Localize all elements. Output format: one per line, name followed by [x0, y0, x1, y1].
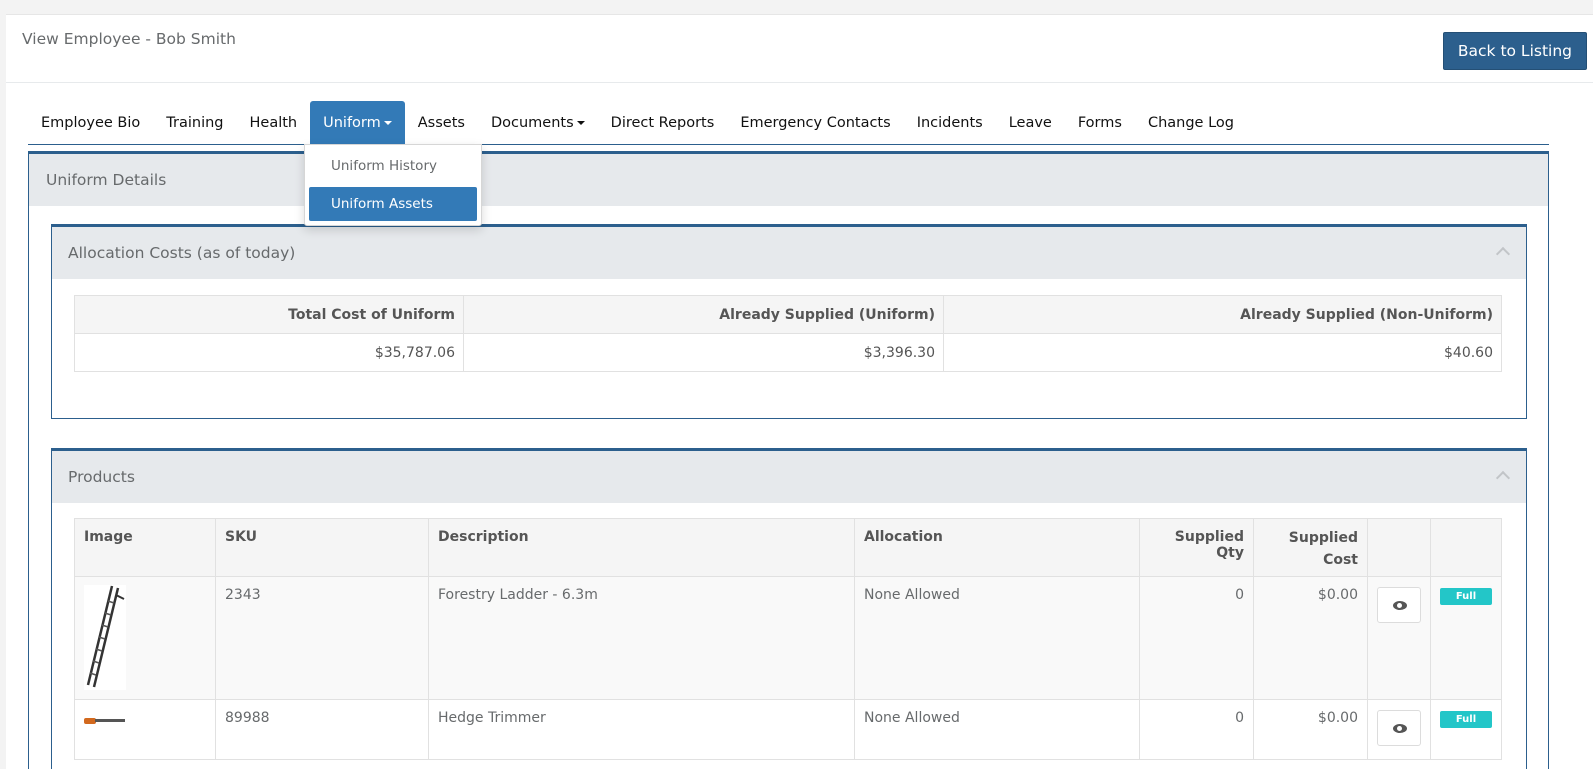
supplied-non-uniform-value: $40.60 — [943, 333, 1502, 372]
status-badge: Full — [1440, 588, 1492, 605]
column-header: Already Supplied (Uniform) — [463, 295, 944, 334]
column-header-status — [1430, 518, 1502, 577]
supplied-cost-cell: $0.00 — [1253, 699, 1368, 760]
total-cost-value: $35,787.06 — [74, 333, 464, 372]
allocation-cell: None Allowed — [854, 699, 1140, 760]
tab-documents-label: Documents — [490, 115, 574, 131]
status-cell: Full — [1430, 699, 1502, 760]
eye-icon — [1393, 724, 1407, 733]
caret-down-icon — [576, 121, 585, 125]
tab-training[interactable]: Training — [153, 101, 236, 145]
tab-incidents[interactable]: Incidents — [904, 101, 996, 145]
tab-change-log[interactable]: Change Log — [1135, 101, 1247, 145]
tab-uniform[interactable]: Uniform — [310, 101, 405, 145]
tab-documents[interactable]: Documents — [478, 101, 598, 145]
table-row: 89988 Hedge Trimmer None Allowed 0 $0.00… — [74, 699, 1502, 760]
supplied-uniform-value: $3,396.30 — [463, 333, 944, 372]
supplied-qty-cell: 0 — [1139, 576, 1254, 700]
actions-cell — [1367, 576, 1431, 700]
tab-emergency-contacts[interactable]: Emergency Contacts — [727, 101, 903, 145]
allocation-costs-panel: Allocation Costs (as of today) Total Cos… — [51, 224, 1527, 419]
allocation-costs-header[interactable]: Allocation Costs (as of today) — [52, 227, 1526, 279]
description-cell: Forestry Ladder - 6.3m — [428, 576, 855, 700]
sku-cell: 2343 — [215, 576, 429, 700]
view-button[interactable] — [1377, 587, 1421, 623]
column-header: Total Cost of Uniform — [74, 295, 464, 334]
product-image-cell — [74, 699, 216, 760]
menu-item-uniform-assets[interactable]: Uniform Assets — [309, 187, 477, 221]
chevron-up-icon[interactable] — [1495, 470, 1511, 486]
supplied-qty-cell: 0 — [1139, 699, 1254, 760]
eye-icon — [1393, 601, 1407, 610]
menu-item-uniform-history[interactable]: Uniform History — [309, 149, 477, 183]
tab-assets[interactable]: Assets — [405, 101, 478, 145]
column-header: Allocation — [854, 518, 1140, 577]
uniform-dropdown-menu: Uniform History Uniform Assets — [304, 144, 482, 226]
column-header: Image — [74, 518, 216, 577]
products-header[interactable]: Products — [52, 451, 1526, 503]
actions-cell — [1367, 699, 1431, 760]
tab-employee-bio[interactable]: Employee Bio — [28, 101, 153, 145]
column-header: Supplied Cost — [1253, 518, 1368, 577]
view-button[interactable] — [1377, 710, 1421, 746]
back-to-listing-button[interactable]: Back to Listing — [1442, 32, 1587, 70]
tab-leave[interactable]: Leave — [996, 101, 1065, 145]
status-cell: Full — [1430, 576, 1502, 700]
description-cell: Hedge Trimmer — [428, 699, 855, 760]
allocation-costs-table: Total Cost of Uniform Already Supplied (… — [74, 295, 1502, 372]
table-row: 2343 Forestry Ladder - 6.3m None Allowed… — [74, 576, 1502, 700]
status-badge: Full — [1440, 711, 1492, 728]
allocation-costs-title: Allocation Costs (as of today) — [68, 244, 296, 262]
column-header: SKU — [215, 518, 429, 577]
allocation-cell: None Allowed — [854, 576, 1140, 700]
tab-health[interactable]: Health — [237, 101, 311, 145]
chevron-up-icon[interactable] — [1495, 246, 1511, 262]
column-header: Description — [428, 518, 855, 577]
tab-bar: Employee Bio Training Health Uniform Ass… — [28, 101, 1549, 145]
sku-cell: 89988 — [215, 699, 429, 760]
page: View Employee - Bob Smith Back to Listin… — [6, 14, 1593, 769]
tab-direct-reports[interactable]: Direct Reports — [598, 101, 728, 145]
tab-uniform-label: Uniform — [323, 115, 381, 131]
column-header-actions — [1367, 518, 1431, 577]
page-title: View Employee - Bob Smith — [22, 30, 236, 48]
uniform-details-title: Uniform Details — [29, 154, 1548, 206]
caret-down-icon — [383, 121, 392, 125]
products-title: Products — [68, 468, 135, 486]
column-header: Already Supplied (Non-Uniform) — [943, 295, 1502, 334]
column-header: Supplied Qty — [1139, 518, 1254, 577]
product-image-hedge-trimmer — [84, 718, 125, 724]
tab-forms[interactable]: Forms — [1065, 101, 1135, 145]
supplied-cost-cell: $0.00 — [1253, 576, 1368, 700]
products-table: Image SKU Description Allocation Supplie… — [74, 518, 1502, 760]
product-image-ladder — [84, 585, 126, 690]
product-image-cell — [74, 576, 216, 700]
page-header: View Employee - Bob Smith Back to Listin… — [6, 15, 1593, 83]
